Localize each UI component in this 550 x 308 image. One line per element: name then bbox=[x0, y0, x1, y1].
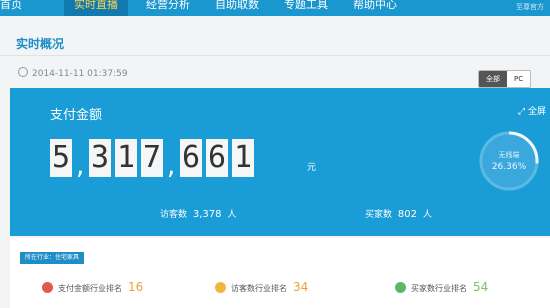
amount-digit: 7 bbox=[141, 139, 163, 177]
buyers-rank-value: 54 bbox=[473, 280, 489, 294]
nav-realtime[interactable]: 实时直播 bbox=[64, 0, 128, 16]
nav-analysis[interactable]: 经营分析 bbox=[146, 0, 190, 16]
page-title: 实时概况 bbox=[16, 37, 65, 51]
buyers-rank-label: 买家数行业排名 bbox=[411, 284, 467, 293]
amount-digit: 6 bbox=[206, 139, 228, 177]
visitors-rank-value: 34 bbox=[293, 280, 309, 294]
timestamp: 2014-11-11 01:37:59 bbox=[32, 69, 128, 79]
nav-right-text[interactable]: 至尊官方 bbox=[516, 2, 544, 12]
amount-digit: 6 bbox=[180, 139, 202, 177]
gauge-ring bbox=[479, 131, 539, 191]
pay-rank-value: 16 bbox=[128, 280, 144, 294]
buyers-unit: 人 bbox=[422, 210, 432, 220]
buyers-label: 买家数 bbox=[365, 210, 393, 220]
toggle-all[interactable]: 全部 bbox=[479, 71, 507, 87]
gauge-value: 26.36% bbox=[491, 162, 527, 172]
nav-tools[interactable]: 专题工具 bbox=[284, 0, 328, 16]
amount-unit: 元 bbox=[307, 163, 317, 173]
top-navigation: 首页 实时直播 经营分析 自助取数 专题工具 帮助中心 至尊官方 bbox=[0, 0, 550, 16]
buyer-icon bbox=[395, 282, 406, 293]
visitors-unit: 人 bbox=[227, 210, 237, 220]
clock-icon bbox=[18, 67, 28, 77]
amount-separator: , bbox=[76, 151, 85, 181]
visitors-rank-label: 访客数行业排名 bbox=[231, 284, 287, 293]
visitors-stat: 访客数 3,378 人 bbox=[160, 207, 236, 220]
amount-digit: 1 bbox=[232, 139, 254, 177]
fullscreen-button[interactable]: ⤢ 全屏 bbox=[518, 104, 546, 117]
nav-help[interactable]: 帮助中心 bbox=[353, 0, 397, 16]
visitors-label: 访客数 bbox=[160, 210, 188, 220]
toggle-pc[interactable]: PC bbox=[507, 71, 531, 87]
timestamp-row: 2014-11-11 01:37:59 bbox=[18, 67, 128, 79]
visitors-value: 3,378 bbox=[192, 209, 222, 220]
industry-rank-section: 所在行业：住宅家具 支付金额行业排名 16 访客数行业排名 34 买家数行业排名 54 bbox=[10, 238, 550, 308]
buyers-rank: 买家数行业排名 54 bbox=[395, 280, 488, 294]
amount-digit: 3 bbox=[89, 139, 111, 177]
industry-tag: 所在行业：住宅家具 bbox=[20, 252, 85, 264]
amount-separator: , bbox=[167, 151, 176, 181]
buyers-stat: 买家数 802 人 bbox=[365, 207, 432, 220]
gauge-label: 无线端 bbox=[498, 151, 520, 159]
nav-home[interactable]: 首页 bbox=[0, 0, 22, 16]
pay-rank: 支付金额行业排名 16 bbox=[42, 280, 143, 294]
buyers-value: 802 bbox=[397, 209, 417, 220]
visitors-rank: 访客数行业排名 34 bbox=[215, 280, 308, 294]
wireless-gauge: 无线端 26.36% bbox=[478, 130, 540, 192]
yuan-icon bbox=[42, 282, 53, 293]
expand-icon: ⤢ bbox=[517, 107, 528, 117]
device-toggle: 全部 PC bbox=[478, 70, 532, 88]
pay-rank-label: 支付金额行业排名 bbox=[58, 284, 122, 293]
visitor-icon bbox=[215, 282, 226, 293]
amount-digit: 5 bbox=[50, 139, 72, 177]
payment-label: 支付金额 bbox=[50, 108, 103, 123]
nav-self-service[interactable]: 自助取数 bbox=[215, 0, 259, 16]
page-title-bar: 实时概况 bbox=[0, 33, 550, 56]
amount-digit: 1 bbox=[115, 139, 137, 177]
payment-panel: 支付金额 ⤢ 全屏 5 , 3 1 7 , 6 6 1 元 访客数 3,378 … bbox=[10, 88, 550, 236]
